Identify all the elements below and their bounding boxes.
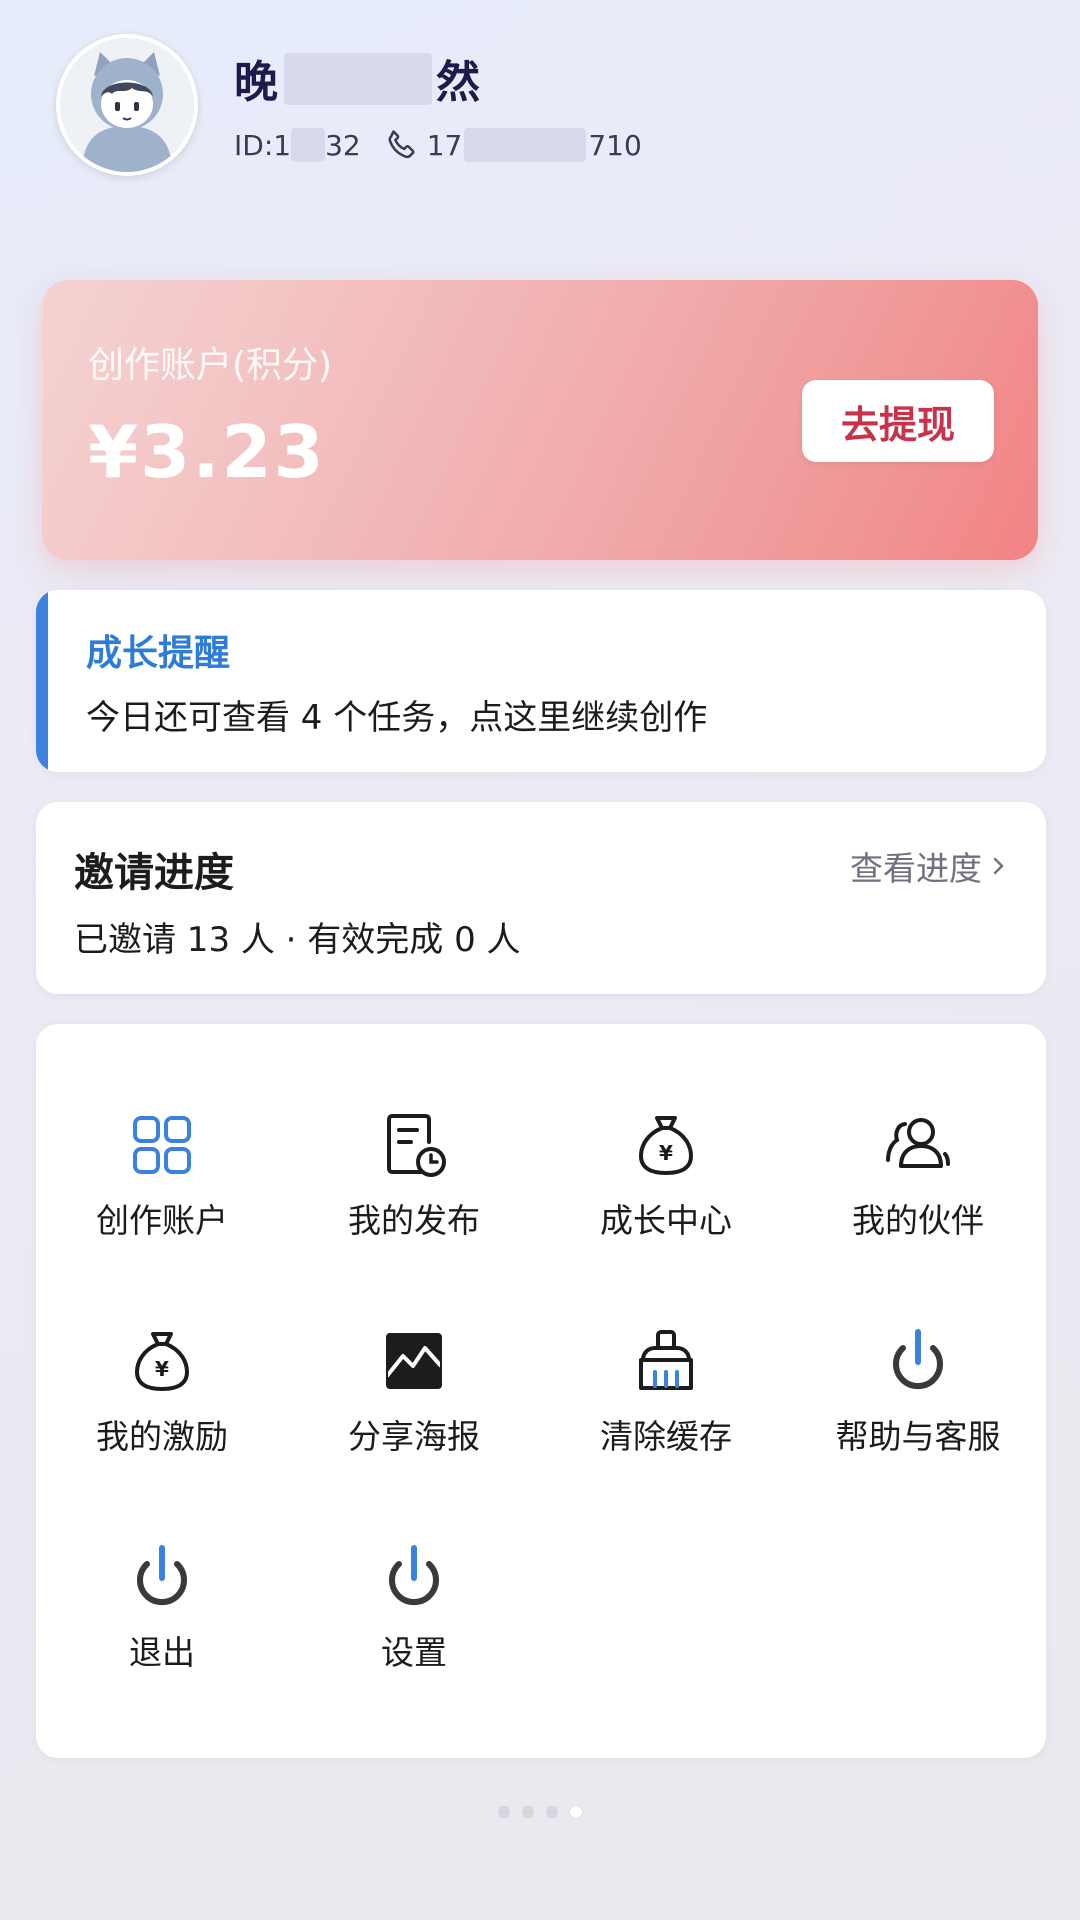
view-progress-label: 查看进度 xyxy=(850,849,982,888)
user-name-end: 然 xyxy=(436,57,482,108)
invite-title: 邀请进度 xyxy=(74,850,234,896)
growth-reminder-card[interactable]: 成长提醒 今日还可查看 4 个任务，点这里继续创作 xyxy=(36,590,1046,772)
menu-item-my-posts[interactable]: 我的发布 xyxy=(288,1110,540,1280)
user-meta: ID:1 32 17 710 xyxy=(234,126,642,164)
name-redaction xyxy=(284,53,432,105)
user-id-suffix: 32 xyxy=(325,128,361,162)
phone-suffix: 710 xyxy=(588,128,642,162)
creation-account-card[interactable]: 创作账户(积分) ¥3.23 去提现 xyxy=(42,280,1038,560)
invite-progress-card: 邀请进度 查看进度 已邀请 13 人 · 有效完成 0 人 xyxy=(36,802,1046,994)
avatar[interactable] xyxy=(56,34,198,176)
menu-item-label: 帮助与客服 xyxy=(835,1417,1001,1456)
page-dot[interactable] xyxy=(522,1806,534,1818)
menu-item-help-support[interactable]: 帮助与客服 xyxy=(792,1326,1044,1496)
menu-item-creation-account[interactable]: 创作账户 xyxy=(36,1110,288,1280)
menu-item-label: 清除缓存 xyxy=(600,1417,732,1456)
menu-item-label: 退出 xyxy=(129,1633,195,1672)
view-progress-link[interactable]: 查看进度 xyxy=(850,842,1010,890)
svg-text:¥: ¥ xyxy=(155,1357,169,1381)
page-dot[interactable] xyxy=(498,1806,510,1818)
menu-item-share-poster[interactable]: 分享海报 xyxy=(288,1326,540,1496)
power-icon xyxy=(893,1329,943,1390)
user-name-start: 晚 xyxy=(234,57,280,108)
grid-icon xyxy=(133,1116,191,1174)
power-icon xyxy=(389,1545,439,1606)
money-bag-icon: ¥ xyxy=(135,1332,189,1391)
reminder-title: 成长提醒 xyxy=(86,633,231,674)
menu-item-my-incentives[interactable]: ¥ 我的激励 xyxy=(36,1326,288,1496)
menu-item-label: 分享海报 xyxy=(348,1417,480,1456)
accent-bar xyxy=(36,590,48,772)
power-icon xyxy=(137,1545,187,1606)
menu-item-label: 创作账户 xyxy=(96,1201,228,1240)
phone-icon xyxy=(388,130,415,159)
phone-redaction xyxy=(464,128,587,162)
page-indicator xyxy=(0,1806,1080,1818)
cartoon-cat-avatar-icon xyxy=(60,38,194,172)
svg-text:¥: ¥ xyxy=(659,1141,673,1165)
invite-text: 已邀请 13 人 · 有效完成 0 人 xyxy=(74,920,521,960)
phone-prefix: 17 xyxy=(426,128,463,162)
menu-item-clear-cache[interactable]: 清除缓存 xyxy=(540,1326,792,1496)
menu-item-settings[interactable]: 设置 xyxy=(288,1542,540,1712)
menu-item-logout[interactable]: 退出 xyxy=(36,1542,288,1712)
menu-grid: 创作账户 我的发布 ¥ 成长中心 我的伙伴 ¥ 我的激励 分享海报 清除缓存 帮… xyxy=(36,1024,1046,1758)
user-id-prefix: ID:1 xyxy=(234,128,292,162)
menu-item-label: 设置 xyxy=(381,1633,447,1672)
menu-item-label: 我的激励 xyxy=(96,1417,228,1456)
chevron-right-icon xyxy=(993,857,1004,875)
users-icon xyxy=(886,1118,950,1168)
user-name: 晚然 xyxy=(234,46,482,110)
page-dot[interactable] xyxy=(546,1806,558,1818)
document-clock-icon xyxy=(387,1114,446,1177)
image-icon xyxy=(385,1333,443,1389)
account-amount: ¥3.23 xyxy=(88,410,326,494)
broom-icon xyxy=(639,1330,693,1390)
reminder-text: 今日还可查看 4 个任务，点这里继续创作 xyxy=(86,698,708,738)
menu-item-label: 我的伙伴 xyxy=(852,1201,984,1240)
menu-item-label: 成长中心 xyxy=(600,1201,732,1240)
id-redaction xyxy=(291,128,326,162)
menu-item-my-partners[interactable]: 我的伙伴 xyxy=(792,1110,1044,1280)
menu-item-growth-center[interactable]: ¥ 成长中心 xyxy=(540,1110,792,1280)
page-dot[interactable] xyxy=(570,1806,582,1818)
money-bag-icon: ¥ xyxy=(639,1116,693,1175)
menu-item-label: 我的发布 xyxy=(348,1201,480,1240)
account-label: 创作账户(积分) xyxy=(88,345,333,386)
profile-header: 晚然 ID:1 32 17 710 xyxy=(56,34,1016,176)
withdraw-button[interactable]: 去提现 xyxy=(802,380,994,462)
